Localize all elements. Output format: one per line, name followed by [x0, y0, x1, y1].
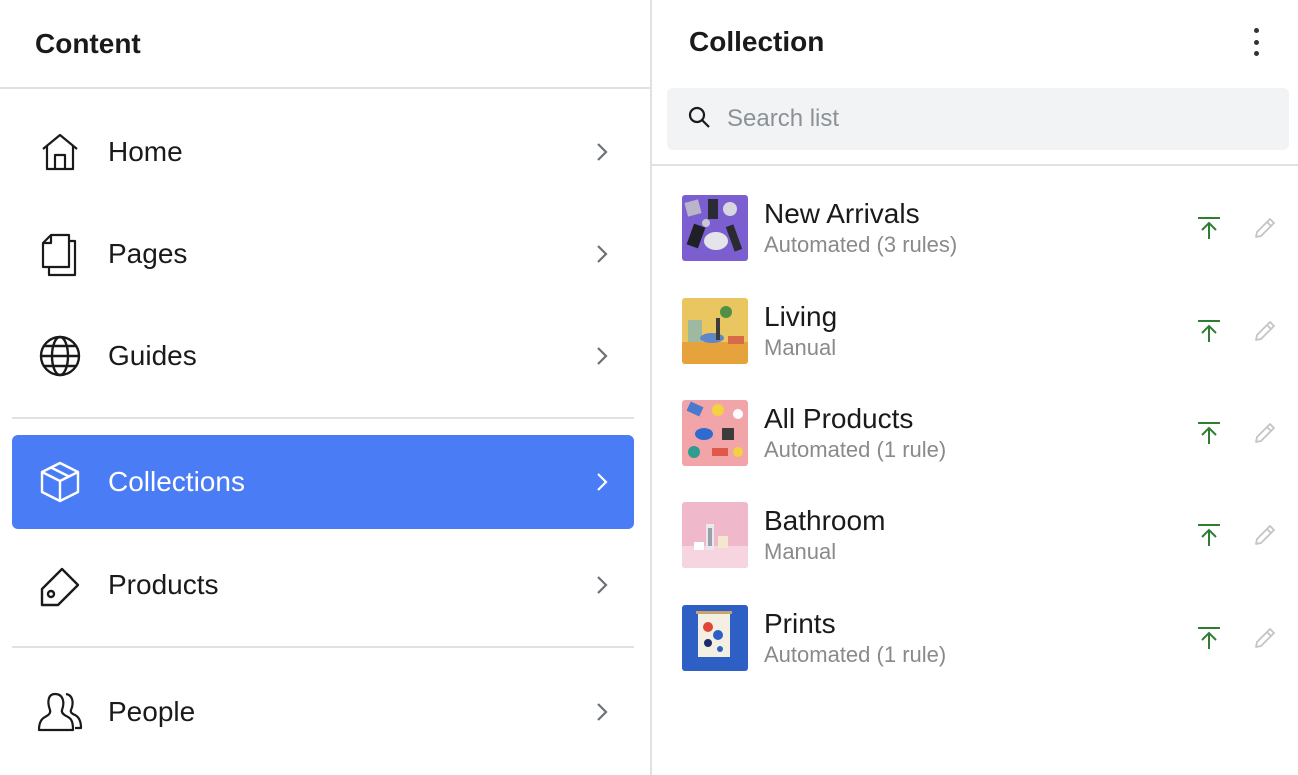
nav-item-people[interactable]: People — [12, 665, 634, 759]
collection-info: New Arrivals Automated (3 rules) — [764, 197, 1192, 259]
collection-type: Manual — [764, 539, 837, 564]
nav-item-label: Products — [108, 569, 219, 600]
nav-item-products[interactable]: Products — [12, 538, 634, 632]
chevron-right-icon — [592, 702, 612, 722]
nav-item-collections[interactable]: Collections — [12, 435, 634, 529]
search-input[interactable] — [727, 105, 1247, 133]
header-divider — [652, 164, 1298, 166]
collection-row-prints[interactable]: Prints Automated (1 rule) — [682, 603, 1282, 673]
content-panel-title: Content — [35, 27, 141, 59]
nav-item-label: Guides — [108, 340, 197, 371]
more-dot — [1253, 51, 1259, 56]
collections-box-icon — [37, 459, 83, 505]
nav-item-pages[interactable]: Pages — [12, 207, 634, 301]
edit-pencil-icon[interactable] — [1248, 211, 1282, 245]
collection-info: Prints Automated (1 rule) — [764, 607, 1192, 669]
collection-type: Automated (1 rule) — [764, 437, 947, 462]
publish-to-top-icon[interactable] — [1192, 518, 1226, 552]
globe-icon — [37, 333, 83, 379]
collection-thumbnail — [682, 502, 748, 568]
collection-name: Bathroom — [764, 505, 886, 536]
people-icon — [37, 689, 83, 735]
collection-row-new-arrivals[interactable]: New Arrivals Automated (3 rules) — [682, 193, 1282, 263]
publish-to-top-icon[interactable] — [1192, 211, 1226, 245]
more-dot — [1253, 28, 1259, 33]
chevron-right-icon — [592, 346, 612, 366]
nav-item-home[interactable]: Home — [12, 105, 634, 199]
edit-pencil-icon[interactable] — [1248, 416, 1282, 450]
nav-item-label: Collections — [108, 466, 245, 497]
search-bar[interactable] — [667, 88, 1289, 150]
chevron-right-icon — [592, 575, 612, 595]
nav-item-guides[interactable]: Guides — [12, 309, 634, 403]
content-panel: Content Home Pages Guides Collections Pr… — [0, 0, 650, 775]
collection-name: Living — [764, 301, 838, 332]
collection-panel-header: Collection — [652, 0, 1298, 83]
search-icon — [687, 105, 711, 134]
collection-thumbnail — [682, 195, 748, 261]
collection-panel: Collection Search list New Arrivals Auto… — [650, 0, 1298, 775]
publish-to-top-icon[interactable] — [1192, 416, 1226, 450]
collection-thumbnail — [682, 400, 748, 466]
nav-item-label: Home — [108, 136, 183, 167]
nav-divider — [12, 646, 634, 648]
tag-icon — [37, 562, 83, 608]
nav-item-label: Pages — [108, 238, 188, 269]
collection-thumbnail — [682, 605, 748, 671]
collection-row-living[interactable]: Living Manual — [682, 296, 1282, 366]
publish-to-top-icon[interactable] — [1192, 621, 1226, 655]
more-options-button[interactable] — [1244, 26, 1268, 58]
collection-panel-title: Collection — [689, 25, 825, 57]
chevron-right-icon — [592, 244, 612, 264]
collection-row-all-products[interactable]: All Products Automated (1 rule) — [682, 398, 1282, 468]
pages-icon — [37, 231, 83, 277]
nav-item-label: People — [108, 696, 196, 727]
collection-name: Prints — [764, 608, 836, 639]
edit-pencil-icon[interactable] — [1248, 518, 1282, 552]
collection-info: Bathroom Manual — [764, 504, 1192, 566]
chevron-right-icon — [592, 472, 612, 492]
chevron-right-icon — [592, 142, 612, 162]
collection-type: Automated (3 rules) — [764, 232, 958, 257]
content-panel-header: Content — [0, 0, 650, 89]
collection-type: Manual — [764, 335, 837, 360]
edit-pencil-icon[interactable] — [1248, 621, 1282, 655]
collection-info: Living Manual — [764, 300, 1192, 362]
collection-name: New Arrivals — [764, 198, 920, 229]
collection-row-bathroom[interactable]: Bathroom Manual — [682, 500, 1282, 570]
collection-type: Automated (1 rule) — [764, 642, 947, 667]
edit-pencil-icon[interactable] — [1248, 314, 1282, 348]
nav-divider — [12, 417, 634, 419]
more-dot — [1253, 39, 1259, 45]
home-icon — [37, 129, 83, 175]
collection-info: All Products Automated (1 rule) — [764, 402, 1192, 464]
collection-thumbnail — [682, 298, 748, 364]
publish-to-top-icon[interactable] — [1192, 314, 1226, 348]
collection-name: All Products — [764, 403, 914, 434]
